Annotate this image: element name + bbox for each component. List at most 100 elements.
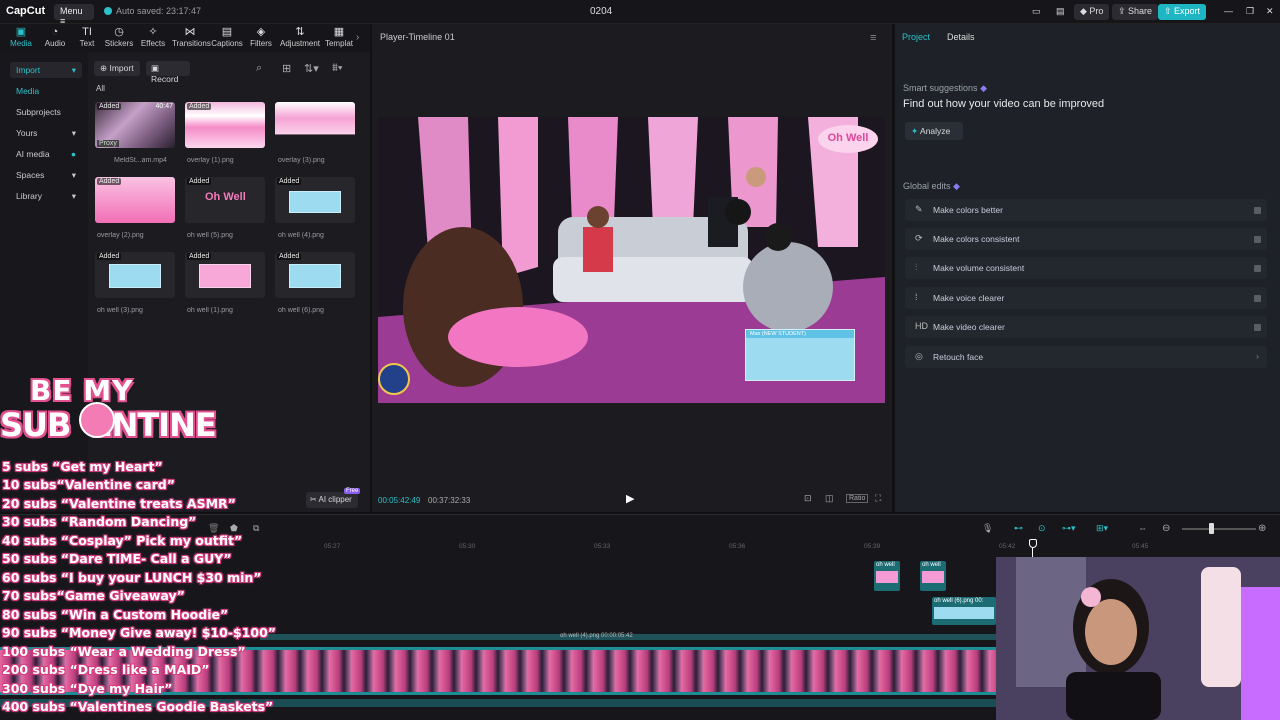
media-item-label: oh well (6).png — [278, 307, 324, 314]
media-item-overlay[interactable]: Added — [185, 102, 265, 148]
text-icon: TI — [82, 26, 92, 38]
sidebar-item-spaces[interactable]: Spaces ▾ — [10, 167, 82, 183]
snap-icon[interactable]: ⊶▾ — [1062, 523, 1076, 534]
player-menu-icon[interactable]: ≡ — [870, 32, 876, 44]
record-button[interactable]: ▣ Record — [146, 61, 190, 84]
project-name[interactable]: 0204 — [590, 6, 612, 17]
player-title: Player-Timeline 01 — [380, 32, 455, 42]
goal-item: 30 subs “Random Dancing” — [2, 514, 197, 529]
make-voice-clearer-toggle[interactable]: ⁞ Make voice clearer — [905, 287, 1267, 309]
media-item-video[interactable]: Added 40:47 Proxy — [95, 102, 175, 148]
shortcut-icon[interactable]: ▤ — [1050, 4, 1071, 20]
playhead-handle[interactable] — [1029, 539, 1037, 548]
media-item-overlay[interactable] — [275, 102, 355, 148]
media-item-label: overlay (1).png — [187, 157, 234, 164]
clip-oh-well[interactable]: oh well — [874, 561, 900, 591]
link-icon[interactable]: ⊷ — [1014, 523, 1023, 534]
pro-button[interactable]: ◆ Pro — [1074, 4, 1110, 20]
stickers-icon: ◷ — [114, 26, 124, 38]
make-video-clearer-toggle[interactable]: HD Make video clearer — [905, 316, 1267, 338]
tool-tabs: ▣ Media ◔ Audio TI Text ◷ Stickers ✧ Effects … — [0, 24, 370, 52]
tab-templates[interactable]: ▦ Templat — [322, 26, 356, 48]
media-item-overlay[interactable]: Added — [95, 177, 175, 223]
fit-timeline-icon[interactable]: ⇔ — [1138, 523, 1147, 533]
magnet-icon[interactable]: ⊙ — [1038, 523, 1046, 534]
webcam-feed — [996, 557, 1280, 720]
proxy-badge: Proxy — [97, 140, 119, 147]
preview-axis-icon[interactable]: ⊞▾ — [1096, 523, 1108, 534]
export-button[interactable]: ⇧ Export — [1158, 4, 1207, 20]
title-bar: CapCut Menu ≡ Auto saved: 23:17:47 0204 … — [0, 0, 1280, 26]
media-item-window[interactable]: Added — [275, 252, 355, 298]
tab-project[interactable]: Project — [902, 32, 930, 42]
grid-view-icon[interactable]: ⊞ — [282, 62, 291, 75]
analyze-button[interactable]: ✦ Analyze — [905, 122, 963, 140]
screenshot-icon[interactable]: ◫ — [825, 493, 834, 504]
media-item-window[interactable]: Added — [275, 177, 355, 223]
make-colors-better-toggle[interactable]: ✎ Make colors better — [905, 199, 1267, 221]
media-item-logo[interactable]: Added Oh Well — [185, 177, 265, 223]
global-edits-title: Global edits ◆ — [903, 181, 960, 191]
tab-filters[interactable]: ◈ Filters — [244, 26, 278, 48]
retouch-face-row[interactable]: ◎ Retouch face › — [905, 346, 1267, 368]
share-button[interactable]: ⇪ Share — [1112, 4, 1159, 20]
media-item-label: MeldSt...am.mp4 — [114, 157, 167, 164]
filter-all[interactable]: All — [96, 84, 105, 93]
transitions-icon: ⋈ — [184, 26, 196, 38]
sidebar-item-yours[interactable]: Yours ▾ — [10, 125, 82, 141]
make-colors-consistent-toggle[interactable]: ⟳ Make colors consistent — [905, 228, 1267, 250]
clip-oh-well[interactable]: oh well — [920, 561, 946, 591]
tab-audio[interactable]: ◔ Audio — [38, 26, 72, 48]
import-button[interactable]: ⊕ Import — [94, 61, 140, 76]
chevron-right-icon[interactable]: › — [356, 32, 359, 43]
video-preview[interactable]: Oh Well Max (NEW STUDENT) — [378, 117, 885, 403]
crop-icon[interactable]: ⧉ — [253, 523, 259, 534]
filter-icon[interactable]: ⩩▾ — [332, 62, 343, 75]
sort-icon[interactable]: ⇅▾ — [304, 62, 319, 75]
tab-adjustment[interactable]: ⇅ Adjustment — [280, 26, 320, 48]
sidebar-item-ai-media[interactable]: AI media ● — [10, 146, 82, 162]
sidebar-item-import[interactable]: Import ▾ — [10, 62, 82, 78]
tab-captions[interactable]: ▤ Captions — [210, 26, 244, 48]
media-item-window[interactable]: Added — [185, 252, 265, 298]
sidebar-item-subprojects[interactable]: Subprojects — [10, 104, 82, 120]
sidebar-item-library[interactable]: Library ▾ — [10, 188, 82, 204]
ruler-tick: 05:42 — [999, 543, 1016, 550]
tab-media[interactable]: ▣ Media — [4, 26, 38, 48]
ruler-tick: 05:45 — [1132, 543, 1149, 550]
badge-overlay — [378, 363, 410, 395]
banner-top-text: BE MY — [30, 374, 134, 407]
chevron-right-icon: › — [1256, 351, 1259, 361]
clip-oh-well-6[interactable]: oh well (6).png 00: — [932, 597, 996, 625]
tab-transitions[interactable]: ⋈ Transitions — [172, 26, 211, 48]
play-icon[interactable]: ▶ — [626, 492, 634, 505]
tab-text[interactable]: TI Text — [70, 26, 104, 48]
zoom-in-icon[interactable]: ⊕ — [1258, 523, 1266, 534]
zoom-slider-handle[interactable] — [1209, 523, 1214, 534]
media-item-window[interactable]: Added — [95, 252, 175, 298]
minimize-icon[interactable]: — — [1218, 4, 1239, 20]
maximize-icon[interactable]: ❐ — [1240, 4, 1260, 20]
menu-button[interactable]: Menu ≡ — [54, 4, 94, 26]
close-icon[interactable]: ✕ — [1260, 4, 1280, 20]
ratio-button[interactable]: Ratio — [846, 494, 869, 503]
zoom-slider[interactable] — [1182, 528, 1256, 530]
ai-clipper-button[interactable]: ✂ AI clipper — [306, 492, 358, 508]
popup-window-overlay: Max (NEW STUDENT) — [745, 329, 855, 381]
goal-item: 90 subs “Money Give away! $10-$100” — [2, 625, 276, 640]
make-volume-consistent-toggle[interactable]: ⫶ Make volume consistent — [905, 257, 1267, 279]
tab-effects[interactable]: ✧ Effects — [136, 26, 170, 48]
goal-item: 300 subs “Dye my Hair” — [2, 681, 173, 696]
sidebar-item-media[interactable]: Media — [10, 83, 82, 99]
microphone-icon[interactable]: 🎙 — [982, 523, 993, 534]
tab-stickers[interactable]: ◷ Stickers — [102, 26, 136, 48]
layout-icon[interactable]: ▭ — [1026, 4, 1047, 20]
fit-icon[interactable]: ⊡ — [804, 493, 812, 504]
fullscreen-icon[interactable]: ⛶ — [875, 493, 881, 504]
zoom-out-icon[interactable]: ⊖ — [1162, 523, 1170, 534]
search-icon[interactable]: ⌕ — [256, 62, 262, 75]
tab-details[interactable]: Details — [947, 32, 975, 42]
goal-item: 70 subs“Game Giveaway” — [2, 588, 185, 603]
total-time: 00:37:32:33 — [428, 496, 471, 505]
ruler-tick: 05:33 — [594, 543, 611, 550]
